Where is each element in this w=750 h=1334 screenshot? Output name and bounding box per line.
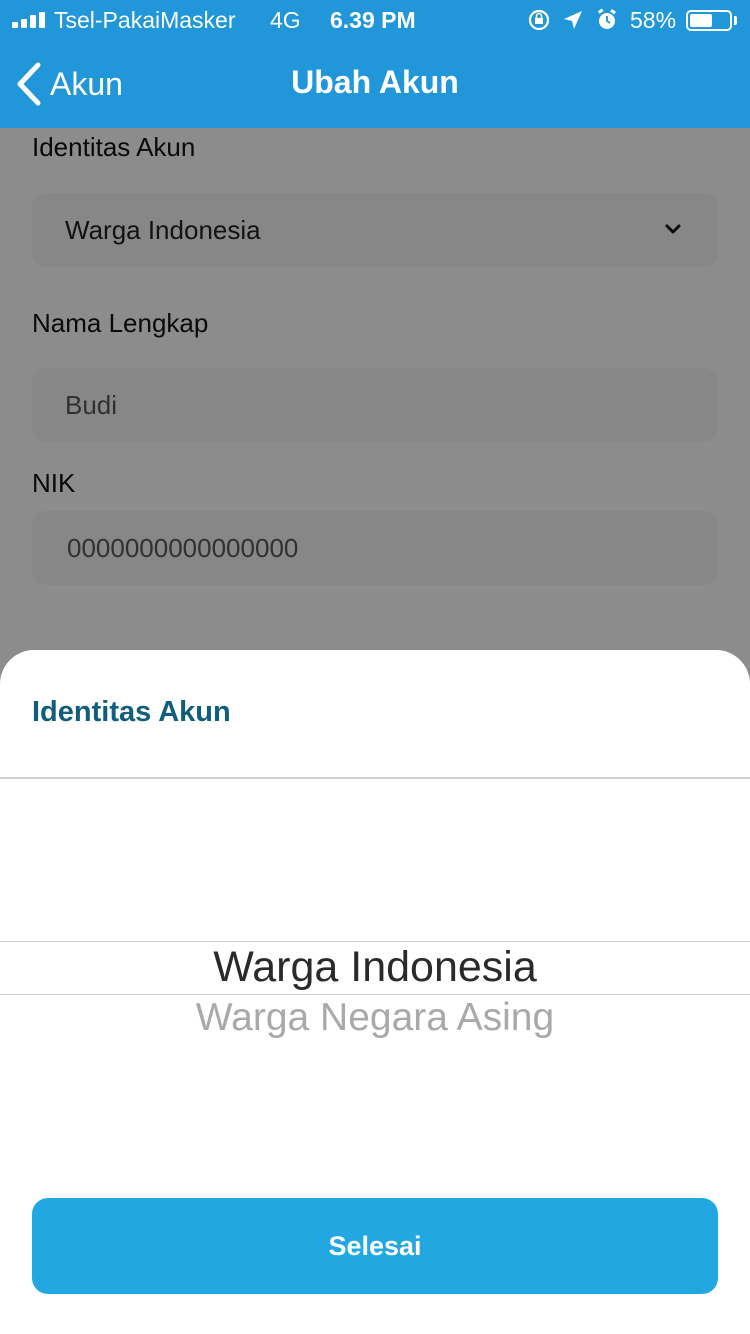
picker-selection-top-line bbox=[0, 941, 750, 942]
identity-picker-sheet: Identitas Akun Warga Indonesia Warga Neg… bbox=[0, 650, 750, 1334]
top-bar: Tsel-PakaiMasker 4G 6.39 PM 58% Akun Uba… bbox=[0, 0, 750, 128]
page-title: Ubah Akun bbox=[291, 64, 459, 100]
picker-selection-bottom-line bbox=[0, 994, 750, 995]
battery-icon bbox=[686, 10, 732, 31]
done-button[interactable]: Selesai bbox=[32, 1198, 718, 1294]
navigation-bar: Akun Ubah Akun bbox=[0, 40, 750, 128]
status-bar: Tsel-PakaiMasker 4G 6.39 PM 58% bbox=[0, 0, 750, 40]
picker-option-warga-indonesia[interactable]: Warga Indonesia bbox=[0, 943, 750, 992]
network-type: 4G bbox=[270, 7, 301, 33]
location-icon bbox=[564, 11, 582, 29]
battery-nub bbox=[734, 16, 737, 25]
signal-icon bbox=[12, 12, 48, 28]
orientation-lock-icon bbox=[528, 9, 550, 31]
battery-percentage: 58% bbox=[630, 7, 677, 33]
status-time: 6.39 PM bbox=[330, 7, 416, 33]
carrier-name: Tsel-PakaiMasker bbox=[54, 7, 236, 33]
identity-picker[interactable]: Warga Indonesia Warga Negara Asing bbox=[0, 779, 750, 1179]
picker-option-warga-negara-asing[interactable]: Warga Negara Asing bbox=[0, 996, 750, 1040]
alarm-icon bbox=[597, 8, 617, 29]
sheet-title: Identitas Akun bbox=[32, 696, 231, 728]
battery-level bbox=[690, 14, 712, 27]
status-icons bbox=[528, 8, 617, 31]
